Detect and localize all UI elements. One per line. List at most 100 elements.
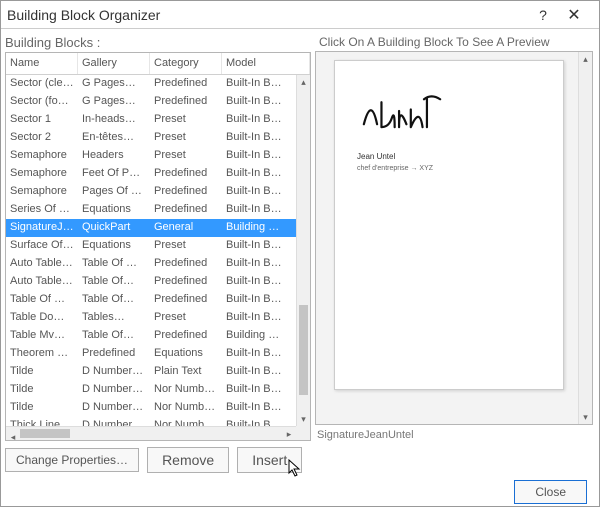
col-header-model[interactable]: Model [222, 53, 310, 74]
main: Building Blocks : Name Gallery Category … [1, 29, 599, 441]
table-row[interactable]: Theorem D…PredefinedEquationsBuilt-In B… [6, 345, 296, 363]
titlebar: Building Block Organizer ? ✕ [1, 1, 599, 29]
titlebar-title: Building Block Organizer [7, 7, 529, 23]
cell-category: Predefined [150, 327, 222, 345]
table-row[interactable]: TildeD Numbers…Nor Number…Built-In B… [6, 381, 296, 399]
table-row[interactable]: TildeD Numbers…Plain TextBuilt-In B… [6, 363, 296, 381]
cell-model: Built-In B… [222, 183, 296, 201]
cell-name: Table Mv… [6, 327, 78, 345]
table-row[interactable]: SignatureJe…QuickPartGeneralBuilding … [6, 219, 296, 237]
cell-name: Sector 2 [6, 129, 78, 147]
cell-name: Sector 1 [6, 111, 78, 129]
cell-gallery: D Numbers… [78, 363, 150, 381]
cell-category: Preset [150, 237, 222, 255]
scroll-thumb[interactable] [299, 305, 308, 395]
close-icon[interactable]: ✕ [557, 5, 591, 25]
cell-name: Thick Line [6, 417, 78, 426]
hscroll-thumb[interactable] [20, 429, 70, 438]
cell-model: Built-In B… [222, 255, 296, 273]
cell-gallery: Predefined [78, 345, 150, 363]
scroll-left-icon[interactable]: ◂ [6, 430, 20, 444]
cell-category: General [150, 219, 222, 237]
horizontal-scrollbar[interactable]: ◂ ▸ [6, 426, 296, 440]
table-row[interactable]: SemaphoreFeet Of P…PredefinedBuilt-In B… [6, 165, 296, 183]
cell-category: Nor Number… [150, 399, 222, 417]
scroll-right-icon[interactable]: ▸ [282, 427, 296, 441]
scroll-down-icon[interactable]: ▾ [297, 412, 310, 426]
table-header: Name Gallery Category Model [6, 53, 310, 75]
cell-gallery: En-têtes… [78, 129, 150, 147]
close-button[interactable]: Close [514, 480, 587, 504]
table-row[interactable]: Surface Of The …EquationsPresetBuilt-In … [6, 237, 296, 255]
col-header-gallery[interactable]: Gallery [78, 53, 150, 74]
table-row[interactable]: Table Of M…Table Of…PredefinedBuilt-In B… [6, 291, 296, 309]
cell-model: Building … [222, 327, 296, 345]
cell-category: Equations [150, 345, 222, 363]
cell-gallery: Headers [78, 147, 150, 165]
cell-gallery: Tables… [78, 309, 150, 327]
vertical-scrollbar[interactable]: ▴ ▾ [296, 75, 310, 426]
table-row[interactable]: Table Do…Tables…PresetBuilt-In B… [6, 309, 296, 327]
cell-model: Built-In B… [222, 291, 296, 309]
cell-name: Tilde [6, 381, 78, 399]
signature-subtitle: chef d'entreprise → XYZ [357, 165, 545, 172]
left-panel: Building Blocks : Name Gallery Category … [1, 29, 311, 441]
cell-category: Nor Number… [150, 381, 222, 399]
cell-name: Table Do… [6, 309, 78, 327]
table-row[interactable]: TildeD Numbers…Nor Number…Built-In B… [6, 399, 296, 417]
preview-label: Click On A Building Block To See A Previ… [315, 29, 593, 51]
cell-name: Theorem D… [6, 345, 78, 363]
cell-name: Table Of M… [6, 291, 78, 309]
table-body: Sector (clear)G Pages…PredefinedBuilt-In… [6, 75, 296, 426]
cell-gallery: Feet Of P… [78, 165, 150, 183]
cell-category: Predefined [150, 183, 222, 201]
table-row[interactable]: Sector (clear)G Pages…PredefinedBuilt-In… [6, 75, 296, 93]
cell-gallery: D Numbers… [78, 417, 150, 426]
cell-category: Nor Number… [150, 417, 222, 426]
table-row[interactable]: Sector (fo…G Pages…PredefinedBuilt-In B… [6, 93, 296, 111]
signature-icon [357, 89, 447, 133]
cell-name: SignatureJe… [6, 219, 78, 237]
cell-gallery: Equations [78, 237, 150, 255]
help-button[interactable]: ? [529, 7, 557, 23]
cell-model: Built-In B… [222, 345, 296, 363]
cell-gallery: In-heads… [78, 111, 150, 129]
cell-name: Sector (fo… [6, 93, 78, 111]
cell-name: Semaphore [6, 165, 78, 183]
table-row[interactable]: Auto Table…Table Of…PredefinedBuilt-In B… [6, 273, 296, 291]
cell-model: Built-In B… [222, 273, 296, 291]
cell-category: Plain Text [150, 363, 222, 381]
building-blocks-table: Name Gallery Category Model Sector (clea… [5, 52, 311, 441]
cell-name: Auto Table… [6, 255, 78, 273]
cell-model: Built-In B… [222, 93, 296, 111]
table-row[interactable]: Thick LineD Numbers…Nor Number…Built-In … [6, 417, 296, 426]
preview-scroll-up-icon[interactable]: ▴ [579, 52, 592, 66]
cell-name: Sector (clear) [6, 75, 78, 93]
cell-category: Predefined [150, 291, 222, 309]
action-row: Change Properties… Remove Insert [1, 441, 599, 475]
cell-model: Built-In B… [222, 165, 296, 183]
cell-category: Preset [150, 111, 222, 129]
cell-model: Built-In B… [222, 417, 296, 426]
remove-button[interactable]: Remove [147, 447, 229, 473]
col-header-category[interactable]: Category [150, 53, 222, 74]
change-properties-button[interactable]: Change Properties… [5, 448, 139, 472]
table-row[interactable]: Table Mv…Table Of…PredefinedBuilding … [6, 327, 296, 345]
cell-model: Built-In B… [222, 309, 296, 327]
cell-model: Built-In B… [222, 381, 296, 399]
preview-scroll-down-icon[interactable]: ▾ [579, 410, 592, 424]
table-row[interactable]: SemaphorePages Of G…PredefinedBuilt-In B… [6, 183, 296, 201]
table-row[interactable]: Sector 2En-têtes…PresetBuilt-In B… [6, 129, 296, 147]
table-row[interactable]: Series Of Fo…EquationsPredefinedBuilt-In… [6, 201, 296, 219]
col-header-name[interactable]: Name [6, 53, 78, 74]
cell-gallery: Table Of… [78, 327, 150, 345]
table-row[interactable]: SemaphoreHeadersPresetBuilt-In B… [6, 147, 296, 165]
scroll-up-icon[interactable]: ▴ [297, 75, 310, 89]
table-row[interactable]: Auto Table…Table Of …PredefinedBuilt-In … [6, 255, 296, 273]
table-row[interactable]: Sector 1In-heads…PresetBuilt-In B… [6, 111, 296, 129]
cell-model: Built-In B… [222, 399, 296, 417]
preview-scrollbar[interactable]: ▴ ▾ [578, 52, 592, 424]
cell-category: Predefined [150, 93, 222, 111]
cell-gallery: Table Of… [78, 273, 150, 291]
scroll-corner [296, 426, 310, 440]
